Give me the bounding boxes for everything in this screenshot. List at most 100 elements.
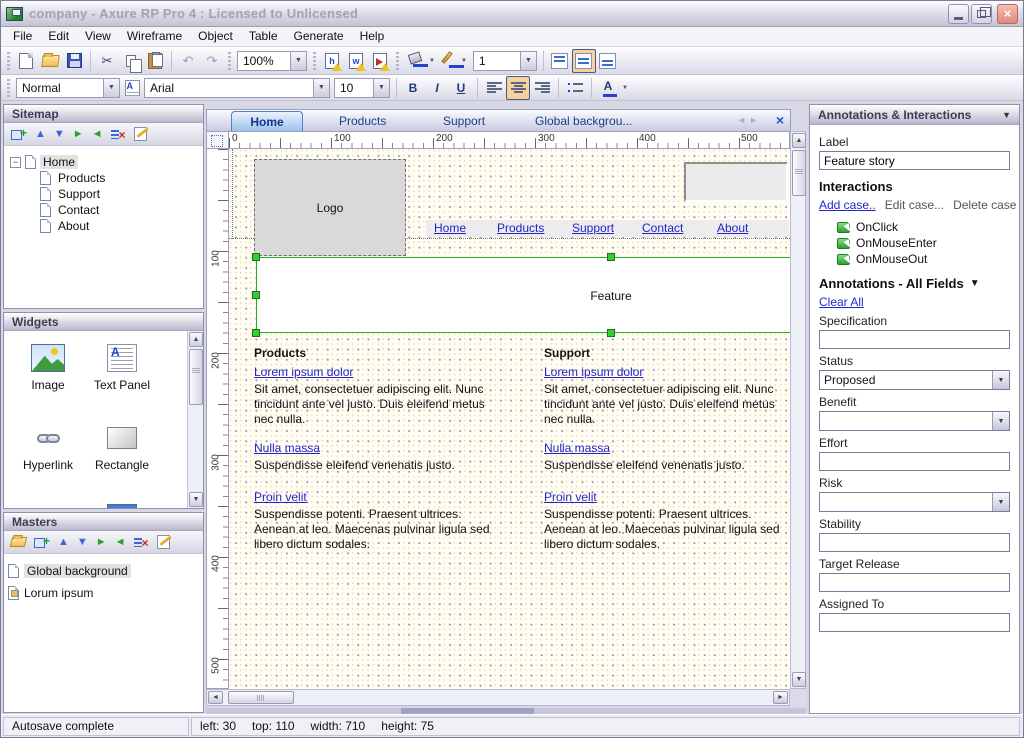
widget-button[interactable] [12,501,84,508]
tab-scroll-right-icon[interactable]: ► [749,115,758,125]
wireframe-canvas[interactable]: Logo Home Products Support Contact About… [229,149,790,689]
scroll-up-button[interactable]: ▲ [189,332,203,347]
master-item-lorum-ipsum[interactable]: Lorum ipsum [8,582,199,604]
sitemap-item-support[interactable]: Support [40,186,201,202]
font-dropdown-button[interactable]: ▼ [313,79,329,97]
font-size-dropdown-button[interactable]: ▼ [373,79,389,97]
column-link[interactable]: Lorem ipsum dolor [254,365,353,380]
menu-wireframe[interactable]: Wireframe [119,27,190,46]
resize-handle-bottom-left[interactable] [252,329,260,337]
move-down-button[interactable]: ▼ [54,129,65,140]
menu-object[interactable]: Object [190,27,241,46]
save-button[interactable] [62,49,86,73]
column-link[interactable]: Proin velit [254,490,307,505]
italic-button[interactable]: I [425,76,449,100]
event-onmouseout[interactable]: OnMouseOut [837,251,1010,267]
line-width-combo[interactable]: 1 ▼ [473,51,537,71]
valign-middle-button[interactable] [572,49,596,73]
event-onmouseenter[interactable]: OnMouseEnter [837,235,1010,251]
redo-button[interactable]: ↷ [200,49,224,73]
scroll-down-button[interactable]: ▼ [189,492,203,507]
generate-word-button[interactable]: w [344,49,368,73]
align-left-button[interactable] [482,76,506,100]
bold-button[interactable]: B [401,76,425,100]
line-width-dropdown-button[interactable]: ▼ [520,52,536,70]
move-up-button[interactable]: ▲ [58,537,69,548]
generate-prototype-button[interactable] [368,49,392,73]
new-button[interactable] [14,49,38,73]
edit-master-button[interactable] [157,535,170,549]
indent-button[interactable]: ► [96,537,107,548]
resize-handle-mid-left[interactable] [252,291,260,299]
nav-link-home[interactable]: Home [434,221,466,235]
scroll-down-button[interactable]: ▼ [792,672,806,687]
canvas-vertical-scrollbar[interactable]: ▲ ▼ [790,131,806,689]
widget-text-panel[interactable]: A Text Panel [86,341,158,392]
paste-button[interactable] [143,49,167,73]
line-color-dropdown[interactable]: ▼ [461,58,467,64]
cut-button[interactable]: ✂ [95,49,119,73]
copy-button[interactable] [119,49,143,73]
sitemap-item-home[interactable]: − Home [6,154,201,170]
scrollbar-thumb[interactable] [228,691,294,704]
nav-menu-widget[interactable]: Home Products Support Contact About [426,220,789,237]
search-field-widget[interactable] [684,162,788,202]
tab-global-background[interactable]: Global backgrou... [535,114,632,128]
fill-color-button[interactable] [403,49,427,73]
widget-image[interactable]: Image [12,341,84,392]
minimize-button[interactable] [948,4,969,24]
scrollbar-thumb[interactable] [189,349,203,405]
indent-button[interactable]: ► [73,129,84,140]
tab-support[interactable]: Support [443,114,485,128]
stability-input[interactable] [819,533,1010,552]
zoom-dropdown-button[interactable]: ▼ [290,52,306,70]
move-up-button[interactable]: ▲ [35,129,46,140]
scrollbar-thumb[interactable] [792,150,806,196]
outdent-button[interactable]: ◄ [115,537,126,548]
menu-file[interactable]: File [5,27,40,46]
menu-view[interactable]: View [77,27,119,46]
add-case-link[interactable]: Add case.. [819,198,876,212]
tab-scroll-left-icon[interactable]: ◄ [737,115,746,125]
underline-button[interactable]: U [449,76,473,100]
widget-hyperlink[interactable]: Hyperlink [12,421,84,472]
add-page-button[interactable]: + [11,128,27,141]
generate-html-button[interactable]: h [320,49,344,73]
nav-link-contact[interactable]: Contact [642,221,683,235]
support-column-widget[interactable]: Support Lorem ipsum dolor Sit amet, cons… [544,346,790,566]
font-color-button[interactable]: A [596,76,620,100]
align-center-button[interactable] [506,76,530,100]
nav-link-products[interactable]: Products [497,221,544,235]
restore-button[interactable] [971,4,992,24]
menu-help[interactable]: Help [352,27,393,46]
line-color-button[interactable] [435,49,459,73]
products-column-widget[interactable]: Products Lorem ipsum dolor Sit amet, con… [254,346,526,566]
canvas-horizontal-scrollbar[interactable]: ◄ ► [206,689,790,706]
style-editor-button[interactable]: A [122,76,142,100]
panel-collapse-icon[interactable]: ▼ [1002,110,1011,120]
resize-handle-top-mid[interactable] [607,253,615,261]
edit-case-link[interactable]: Edit case... [885,198,944,212]
style-combo[interactable]: Normal ▼ [16,78,120,98]
outdent-button[interactable]: ◄ [92,129,103,140]
tab-home[interactable]: Home [231,111,303,131]
new-folder-button[interactable] [10,537,27,547]
clear-all-link[interactable]: Clear All [819,295,864,309]
zoom-combo[interactable]: 100% ▼ [237,51,307,71]
benefit-select[interactable]: ▼ [819,411,1010,431]
scroll-left-button[interactable]: ◄ [208,691,223,704]
widgets-scrollbar[interactable]: ▲ ▼ [187,331,203,508]
valign-top-button[interactable] [548,49,572,73]
widget-table[interactable] [86,499,158,508]
delete-master-button[interactable]: × [134,536,149,549]
menu-generate[interactable]: Generate [286,27,352,46]
add-master-button[interactable]: + [34,536,50,549]
risk-select[interactable]: ▼ [819,492,1010,512]
event-onclick[interactable]: OnClick [837,219,1010,235]
collapse-expander-icon[interactable]: − [10,157,21,168]
tab-products[interactable]: Products [339,114,386,128]
move-down-button[interactable]: ▼ [77,537,88,548]
section-collapse-icon[interactable]: ▼ [970,278,980,289]
specification-input[interactable] [819,330,1010,349]
align-right-button[interactable] [530,76,554,100]
